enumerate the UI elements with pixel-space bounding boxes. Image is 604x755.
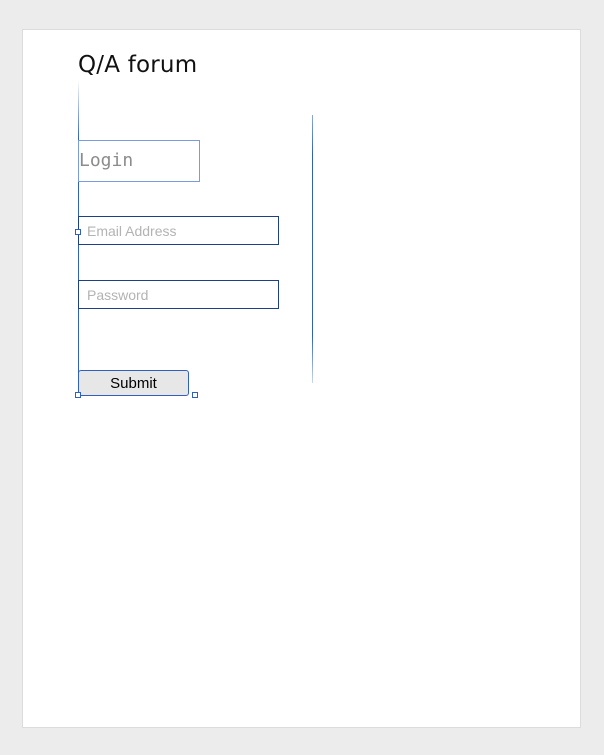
- page-title: Q/A forum: [78, 52, 198, 78]
- email-field[interactable]: [78, 216, 279, 245]
- submit-button[interactable]: Submit: [78, 370, 189, 396]
- resize-handle-left[interactable]: [75, 229, 81, 235]
- resize-handle-bottom-right[interactable]: [192, 392, 198, 398]
- selection-guide-right: [312, 115, 313, 383]
- resize-handle-bottom-left[interactable]: [75, 392, 81, 398]
- login-heading: Login: [78, 140, 200, 182]
- password-field[interactable]: [78, 280, 279, 309]
